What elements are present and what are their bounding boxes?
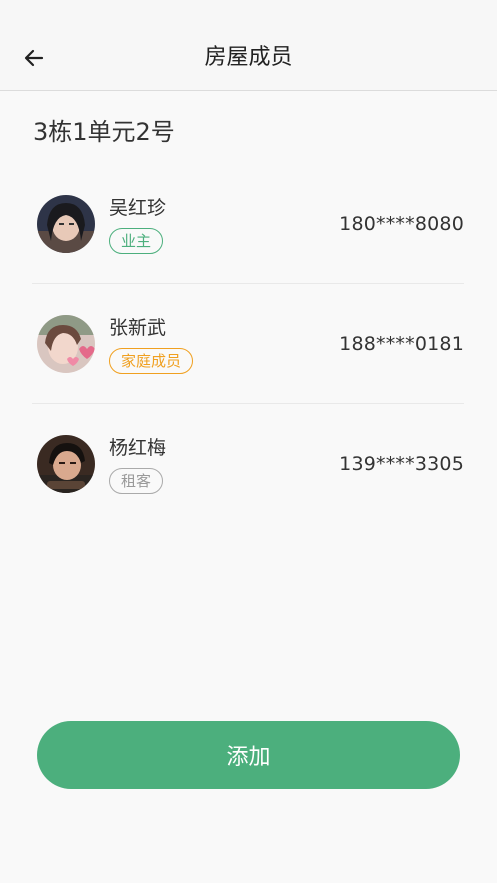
member-row[interactable]: 张新武 家庭成员 188****0181 (32, 284, 464, 404)
add-button[interactable]: 添加 (37, 721, 460, 789)
role-badge: 业主 (109, 228, 164, 254)
role-badge: 租客 (109, 468, 164, 494)
member-name: 杨红梅 (109, 437, 167, 459)
house-title: 3栋1单元2号 (33, 118, 175, 146)
member-name: 吴红珍 (109, 197, 167, 219)
member-phone: 180****8080 (339, 213, 464, 235)
nav-bar: 房屋成员 (0, 0, 497, 91)
member-row[interactable]: 吴红珍 业主 180****8080 (32, 164, 464, 284)
member-name: 张新武 (109, 317, 167, 339)
avatar (37, 435, 95, 493)
page-title: 房屋成员 (204, 45, 293, 70)
member-phone: 188****0181 (339, 333, 464, 355)
member-phone: 139****3305 (339, 453, 464, 475)
avatar (37, 195, 95, 253)
member-row[interactable]: 杨红梅 租客 139****3305 (32, 404, 464, 523)
avatar (37, 315, 95, 373)
member-list: 吴红珍 业主 180****8080 张新武 家庭成员 188****0181 (32, 164, 464, 523)
role-badge: 家庭成员 (109, 348, 194, 374)
